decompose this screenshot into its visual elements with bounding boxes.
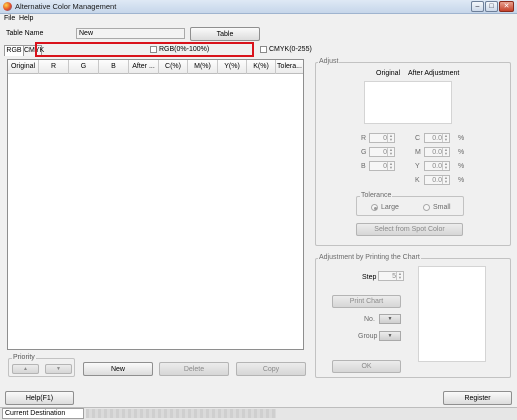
g-label: G [361,149,367,156]
percent-label: % [458,163,465,170]
highlight-box [35,42,254,57]
cmyk-255-checkbox[interactable] [260,46,267,53]
b-spinner[interactable]: 0 ▲ ▼ [369,161,395,171]
column-header[interactable]: After ... [129,60,159,74]
menu-bar [0,14,517,24]
column-header[interactable]: B [99,60,129,74]
percent-label: % [458,135,465,142]
spinner-arrows-icon: ▲ ▼ [396,272,403,280]
table-name-input[interactable]: New [76,28,185,39]
rgb-percent-label: RGB(0%-100%) [159,46,210,53]
chart-preview [418,266,486,362]
new-button[interactable]: New [83,362,153,376]
menu-file[interactable]: File [4,15,15,22]
c-spinner[interactable]: 0.0 ▲ ▼ [424,133,450,143]
tolerance-label: Tolerance [360,192,393,199]
r-label: R [361,135,367,142]
chevron-down-icon: ▼ [387,333,393,339]
b-label: B [361,163,366,170]
no-dropdown[interactable]: ▼ [379,314,401,324]
c-label: C [415,135,421,142]
original-heading: Original [376,70,401,77]
no-label: No. [364,316,375,323]
priority-label: Priority [12,354,36,361]
delete-button[interactable]: Delete [159,362,229,376]
app-icon [3,2,12,11]
g-spinner[interactable]: 0 ▲ ▼ [369,147,395,157]
maximize-button[interactable]: □ [485,1,498,12]
register-button[interactable]: Register [443,391,512,405]
m-spinner[interactable]: 0.0 ▲ ▼ [424,147,450,157]
current-destination-value [86,409,276,418]
rgb-percent-checkbox[interactable] [150,46,157,53]
chevron-down-icon: ▼ [387,316,393,322]
percent-label: % [458,177,465,184]
table-button[interactable]: Table [190,27,260,41]
large-radio[interactable] [371,204,378,211]
color-preview [364,81,452,124]
table-header: Original R G B After ... C(%) M(%) Y(%) … [8,60,303,74]
spinner-arrows-icon: ▲ ▼ [442,176,449,184]
table-name-label: Table Name [6,30,44,37]
current-destination-label: Current Destination [2,408,84,419]
r-spinner[interactable]: 0 ▲ ▼ [369,133,395,143]
tab-rgb[interactable]: RGB [4,45,24,56]
window-title: Alternative Color Management [15,2,117,11]
cmyk-255-label: CMYK(0-255) [269,46,312,53]
menu-help[interactable]: Help [19,15,33,22]
spinner-arrows-icon: ▲ ▼ [442,148,449,156]
spinner-arrows-icon: ▲ ▼ [442,162,449,170]
column-header[interactable]: K(%) [247,60,276,74]
spinner-arrows-icon: ▲ ▼ [387,148,394,156]
priority-down-button[interactable]: ▼ [45,364,72,374]
m-label: M [415,149,421,156]
copy-button[interactable]: Copy [236,362,306,376]
column-header[interactable]: M(%) [188,60,218,74]
step-spinner[interactable]: 5 ▲ ▼ [378,271,404,281]
k-spinner[interactable]: 0.0 ▲ ▼ [424,175,450,185]
priority-up-button[interactable]: ▲ [12,364,39,374]
group-dropdown[interactable]: ▼ [379,331,401,341]
ok-button[interactable]: OK [332,360,401,373]
small-radio[interactable] [423,204,430,211]
step-label: Step [362,274,377,281]
close-button[interactable]: ✕ [499,1,514,12]
help-button[interactable]: Help(F1) [5,391,74,405]
group-label: Group [358,333,378,340]
column-header[interactable]: Tolera... [276,60,303,74]
column-header[interactable]: Original [8,60,39,74]
spinner-arrows-icon: ▲ ▼ [387,162,394,170]
spinner-arrows-icon: ▲ ▼ [442,134,449,142]
minimize-button[interactable]: – [471,1,484,12]
column-header[interactable]: R [39,60,69,74]
k-label: K [415,177,420,184]
print-chart-label: Adjustment by Printing the Chart [318,254,421,261]
color-table[interactable]: Original R G B After ... C(%) M(%) Y(%) … [7,59,304,350]
large-label: Large [381,204,399,211]
select-from-spot-color-button[interactable]: Select from Spot Color [356,223,463,236]
small-label: Small [433,204,451,211]
spinner-arrows-icon: ▲ ▼ [387,134,394,142]
y-label: Y [415,163,420,170]
adjust-label: Adjust [318,58,340,65]
column-header[interactable]: Y(%) [218,60,247,74]
column-header[interactable]: G [69,60,99,74]
y-spinner[interactable]: 0.0 ▲ ▼ [424,161,450,171]
column-header[interactable]: C(%) [159,60,188,74]
print-chart-button[interactable]: Print Chart [332,295,401,308]
after-adjustment-heading: After Adjustment [408,70,460,77]
percent-label: % [458,149,465,156]
